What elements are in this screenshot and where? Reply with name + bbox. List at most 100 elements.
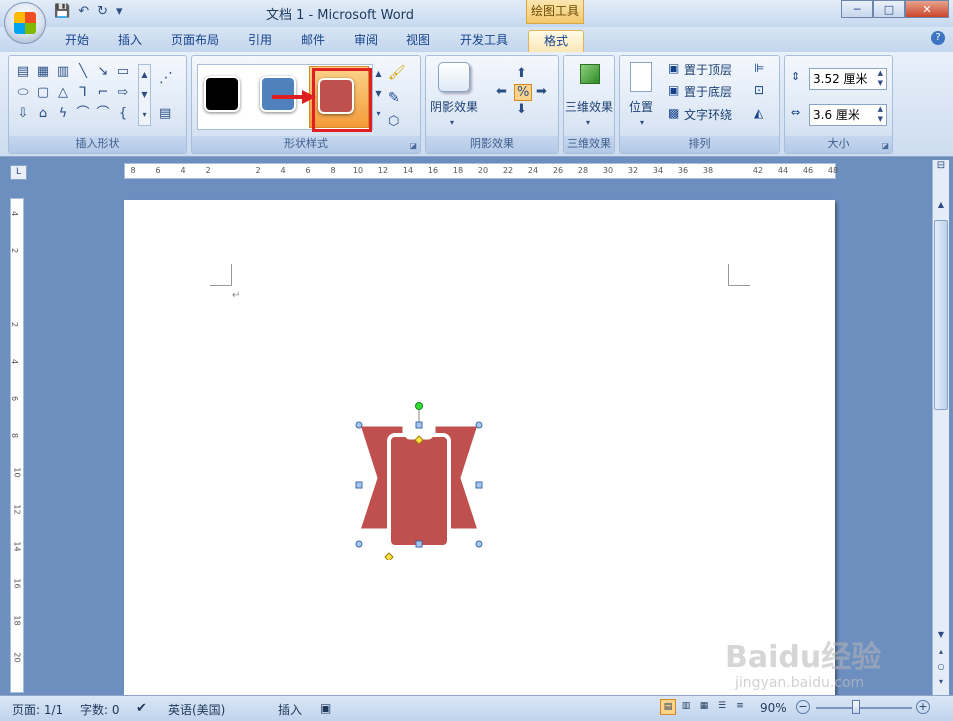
insert-mode[interactable]: 插入 — [278, 701, 302, 718]
arrow-line-icon[interactable]: ↘ — [93, 62, 113, 83]
freeform-icon[interactable]: ⌂ — [33, 104, 53, 125]
shape-gallery-scroll[interactable]: ▲ ▼ ▾ — [138, 64, 151, 126]
triangle-icon[interactable]: △ — [53, 83, 73, 104]
draft-view-icon[interactable]: ≡ — [732, 699, 748, 715]
full-screen-reading-icon[interactable]: ▥ — [678, 699, 694, 715]
line-icon[interactable]: ╲ — [73, 62, 93, 83]
textbox-alt-icon[interactable]: ▦ — [33, 62, 53, 83]
curve-icon[interactable]: ⌒ — [73, 104, 93, 125]
three-d-icon[interactable] — [580, 64, 600, 84]
height-input[interactable]: 3.52 厘米 ▲ ▼ — [809, 68, 887, 90]
edit-text-icon[interactable]: ▤ — [159, 106, 171, 121]
next-page-icon[interactable]: ▾ — [934, 677, 948, 691]
help-icon[interactable]: ? — [931, 31, 945, 45]
dialog-launcher-icon[interactable]: ◪ — [409, 141, 417, 150]
position-dropdown-icon[interactable]: ▾ — [640, 118, 644, 127]
scroll-down-icon[interactable]: ▼ — [934, 630, 948, 646]
zoom-in-icon[interactable]: + — [916, 700, 930, 714]
vertical-textbox-icon[interactable]: ▥ — [53, 62, 73, 83]
select-browse-object-icon[interactable]: ○ — [934, 662, 948, 676]
resize-handle-top-left[interactable] — [355, 421, 363, 429]
horizontal-ruler[interactable]: 8 6 4 2 2 4 6 8 10 12 14 16 18 20 22 24 26 28 30 32 34 36 38 42… — [124, 163, 838, 179]
bring-to-front-button[interactable]: 置于顶层 — [684, 61, 732, 78]
nudge-down-icon[interactable]: ⬇ — [516, 102, 527, 117]
textbox-icon[interactable]: ▤ — [13, 62, 33, 83]
maximize-button[interactable]: □ — [873, 0, 905, 18]
rounded-rectangle-icon[interactable]: ▢ — [33, 83, 53, 104]
shadow-effects-icon[interactable] — [438, 62, 470, 92]
send-to-back-icon[interactable]: ▣ — [668, 83, 679, 97]
position-icon[interactable] — [630, 62, 652, 92]
nudge-left-icon[interactable]: ⬅ — [496, 84, 507, 99]
close-button[interactable]: ✕ — [905, 0, 949, 18]
outline-view-icon[interactable]: ☰ — [714, 699, 730, 715]
tab-insert[interactable]: 插入 — [110, 30, 150, 52]
tab-page-layout[interactable]: 页面布局 — [162, 30, 228, 52]
down-arrow-icon[interactable]: ⇩ — [13, 104, 33, 125]
three-d-dropdown-icon[interactable]: ▾ — [586, 118, 590, 127]
shadow-dropdown-icon[interactable]: ▾ — [450, 118, 454, 127]
shape-outline-icon[interactable]: ✎ — [388, 90, 400, 106]
brace-icon[interactable]: { — [113, 104, 133, 125]
minimize-button[interactable]: ─ — [841, 0, 873, 18]
shape-gallery[interactable]: ▤ ▦ ▥ ╲ ↘ ▭ ⬭ ▢ △ ⅂ ⌐ ⇨ ⇩ ⌂ ϟ ⌒ ⌒ { — [13, 62, 135, 125]
height-spinner[interactable]: ▲ ▼ — [878, 68, 883, 88]
ruler-tab-selector[interactable]: L — [10, 165, 27, 180]
ruler-toggle-icon[interactable]: ⊟ — [934, 160, 948, 176]
right-arrow-icon[interactable]: ⇨ — [113, 83, 133, 104]
zoom-slider-track[interactable] — [816, 707, 912, 709]
style-swatch-black[interactable] — [204, 76, 240, 112]
change-shape-icon[interactable]: ⬡ — [388, 114, 399, 129]
rectangle-icon[interactable]: ▭ — [113, 62, 133, 83]
vertical-ruler[interactable]: 4 2 2 4 6 8 10 12 14 16 18 20 — [10, 198, 24, 693]
web-layout-icon[interactable]: ▦ — [696, 699, 712, 715]
nudge-up-icon[interactable]: ⬆ — [516, 66, 527, 81]
resize-handle-top-right[interactable] — [475, 421, 483, 429]
text-wrap-button[interactable]: 文字环绕 — [684, 106, 732, 123]
size-launcher-icon[interactable]: ◪ — [881, 141, 889, 150]
document-page[interactable]: ↵ — [124, 200, 835, 700]
group-icon[interactable]: ⊡ — [754, 83, 764, 97]
tab-mailings[interactable]: 邮件 — [293, 30, 333, 52]
scroll-up-icon[interactable]: ▲ — [934, 200, 948, 216]
send-to-back-button[interactable]: 置于底层 — [684, 83, 732, 100]
language-indicator[interactable]: 英语(美国) — [168, 701, 225, 718]
rotation-handle[interactable] — [415, 402, 423, 410]
page-count[interactable]: 页面: 1/1 — [12, 701, 63, 718]
elbow-connector-icon[interactable]: ⅂ — [73, 83, 93, 104]
text-wrap-icon[interactable]: ▩ — [668, 106, 679, 120]
arc-icon[interactable]: ⌒ — [93, 104, 113, 125]
width-spinner[interactable]: ▲ ▼ — [878, 104, 883, 124]
macro-record-icon[interactable]: ▣ — [320, 701, 331, 715]
shape-fill-icon[interactable]: 🖌 — [388, 65, 406, 81]
align-icon[interactable]: ⊫ — [754, 61, 764, 75]
tab-home[interactable]: 开始 — [56, 30, 98, 52]
resize-handle-top[interactable] — [415, 421, 423, 429]
shadow-toggle-icon[interactable]: % — [514, 84, 533, 101]
shadow-effects-button[interactable]: 阴影效果 — [430, 98, 478, 115]
resize-handle-left[interactable] — [355, 481, 363, 489]
scroll-thumb[interactable] — [934, 220, 948, 410]
three-d-button[interactable]: 三维效果 — [565, 98, 613, 115]
rotate-icon[interactable]: ◭ — [754, 106, 763, 120]
zoom-out-icon[interactable]: − — [796, 700, 810, 714]
tab-view[interactable]: 视图 — [398, 30, 438, 52]
style-gallery-scroll[interactable]: ▲ ▼ ▾ — [374, 64, 383, 130]
print-layout-icon[interactable]: ▤ — [660, 699, 676, 715]
oval-icon[interactable]: ⬭ — [13, 83, 33, 104]
office-button[interactable] — [4, 2, 46, 44]
lightning-icon[interactable]: ϟ — [53, 104, 73, 125]
tab-developer[interactable]: 开发工具 — [450, 30, 518, 52]
resize-handle-bottom-left[interactable] — [355, 540, 363, 548]
tab-review[interactable]: 审阅 — [346, 30, 386, 52]
elbow-arrow-icon[interactable]: ⌐ — [93, 83, 113, 104]
adjust-handle-bottom[interactable] — [384, 552, 394, 560]
tab-format[interactable]: 格式 — [528, 30, 584, 52]
resize-handle-right[interactable] — [475, 481, 483, 489]
edit-shape-icon[interactable]: ⋰ — [159, 70, 173, 86]
proofing-icon[interactable]: ✔ — [136, 701, 147, 716]
nudge-right-icon[interactable]: ➡ — [536, 84, 547, 99]
vertical-scrollbar[interactable]: ⊟ ▲ ▼ ▴ ○ ▾ — [932, 160, 949, 695]
bring-to-front-icon[interactable]: ▣ — [668, 61, 679, 75]
selected-shape[interactable] — [354, 400, 484, 560]
